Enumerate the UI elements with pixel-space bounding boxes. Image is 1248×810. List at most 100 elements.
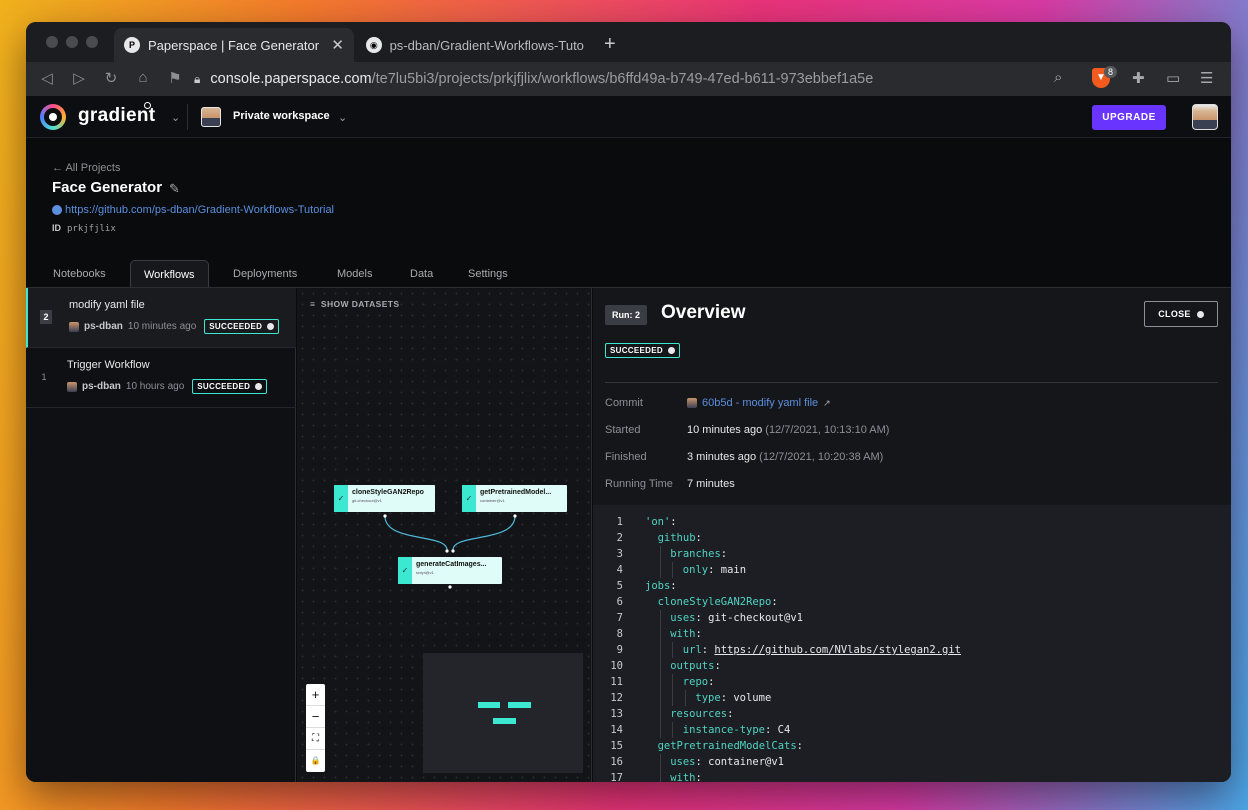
code-content: resources: [670, 708, 734, 720]
workspace-selector[interactable]: Private workspace [233, 110, 330, 122]
running-time-value: 7 minutes [687, 478, 735, 490]
indent-guide [672, 674, 674, 690]
tab-deployments[interactable]: Deployments [233, 268, 297, 280]
node-subtitle: git-checkout@v1 [352, 498, 382, 503]
finished-value: 3 minutes ago (12/7/2021, 10:20:38 AM) [687, 451, 884, 463]
overview-title: Overview [661, 302, 746, 323]
indent-guide [684, 690, 686, 706]
node-title: cloneStyleGAN2Repo [352, 489, 424, 496]
close-button[interactable]: CLOSE [1144, 301, 1218, 327]
workspace-chevron-down-icon[interactable]: ⌄ [338, 111, 347, 124]
port-dot [445, 549, 449, 553]
indent-guide [659, 722, 661, 738]
graph-node-generate[interactable]: ✓ generateCatImages... script@v1 [398, 557, 502, 584]
new-tab-button[interactable]: + [604, 33, 616, 56]
forward-icon[interactable]: ▷ [70, 69, 88, 87]
reload-icon[interactable]: ↻ [102, 69, 120, 87]
minimize-window-icon[interactable] [66, 36, 78, 48]
line-number: 5 [616, 580, 623, 592]
line-number: 13 [610, 708, 623, 720]
lock-button[interactable]: 🔒 [306, 750, 325, 772]
run-time: 10 minutes ago [127, 321, 197, 332]
avatar [67, 381, 77, 392]
list-item[interactable]: 1 Trigger Workflow ps-dban 10 hours ago … [26, 348, 296, 408]
browser-tab-paperspace[interactable]: P Paperspace | Face Generator ✕ [114, 28, 354, 62]
code-content: uses: container@v1 [670, 756, 784, 768]
run-user: ps-dban [84, 321, 123, 332]
indent-guide [659, 610, 661, 626]
project-id: ID prkjfjlix [52, 223, 116, 234]
indent-guide [659, 658, 661, 674]
zoom-icon[interactable]: ⌕ [1054, 69, 1062, 86]
finished-label: Finished [605, 451, 647, 463]
line-number: 6 [616, 596, 623, 608]
edit-pencil-icon[interactable]: ✎ [169, 181, 180, 197]
close-circle-icon [1196, 310, 1204, 318]
line-number: 2 [616, 532, 623, 544]
repo-url[interactable]: https://github.com/ps-dban/Gradient-Work… [65, 204, 334, 216]
avatar [687, 398, 697, 408]
status-badge: SUCCEEDED [605, 340, 680, 358]
commit-link[interactable]: 60b5d - modify yaml file ↗ [687, 397, 831, 409]
code-content: type: volume [695, 692, 772, 704]
upgrade-button[interactable]: UPGRADE [1092, 105, 1166, 130]
tab-workflows[interactable]: Workflows [130, 260, 209, 287]
extensions-icon[interactable]: ✚ [1132, 69, 1145, 87]
status-badge: SUCCEEDED [204, 319, 280, 334]
tab-models[interactable]: Models [337, 268, 372, 280]
tab-title: ps-dban/Gradient-Workflows-Tutor [389, 37, 584, 53]
node-title: getPretrainedModel... [480, 489, 552, 496]
logo-center-dot [49, 113, 57, 121]
workflow-graph[interactable]: ≡ SHOW DATASETS ✓ cloneStyleGAN2Repo git… [297, 288, 592, 782]
yaml-code-view[interactable]: 1 'on': 2 github: 3 branches: 4 only: main 5 jobs… [593, 505, 1231, 782]
indent-guide [659, 690, 661, 706]
list-item[interactable]: 2 modify yaml file ps-dban 10 minutes ag… [26, 288, 296, 348]
code-line: 14 instance-type: C4 [593, 722, 1231, 738]
run-number: 1 [41, 372, 47, 382]
close-tab-icon[interactable]: ✕ [331, 36, 344, 54]
line-number: 3 [616, 548, 623, 560]
external-link-icon: ↗ [823, 397, 831, 408]
graph-node-clone[interactable]: ✓ cloneStyleGAN2Repo git-checkout@v1 [334, 485, 435, 512]
workspace-avatar[interactable] [201, 107, 221, 127]
node-subtitle: script@v1 [416, 570, 434, 575]
check-circle-icon [255, 383, 263, 390]
graph-minimap[interactable] [423, 653, 583, 773]
code-content: uses: git-checkout@v1 [670, 612, 803, 624]
all-projects-link[interactable]: ← All Projects [52, 162, 120, 174]
maximize-window-icon[interactable] [86, 36, 98, 48]
fit-view-button[interactable]: ⛶ [306, 728, 325, 750]
user-avatar[interactable] [1192, 104, 1218, 130]
graph-node-pretrained[interactable]: ✓ getPretrainedModel... container@v1 [462, 485, 567, 512]
team-chevron-down-icon[interactable]: ⌄ [171, 111, 180, 124]
code-content: jobs: [645, 580, 677, 592]
code-content: cloneStyleGAN2Repo: [657, 596, 778, 608]
home-icon[interactable]: ⌂ [134, 69, 152, 86]
tab-data[interactable]: Data [410, 268, 433, 280]
check-icon: ✓ [334, 485, 348, 512]
run-meta: ps-dban 10 minutes ago SUCCEEDED [69, 319, 280, 334]
check-circle-icon [667, 347, 675, 354]
lock-icon: 🔒︎ [194, 71, 201, 86]
close-window-icon[interactable] [46, 36, 58, 48]
address-bar[interactable]: 🔒︎ console.paperspace.com/te7lu5bi3/proj… [194, 65, 1094, 93]
tab-settings[interactable]: Settings [468, 268, 508, 280]
shield-count-badge: 8 [1104, 66, 1118, 78]
zoom-in-button[interactable]: + [306, 684, 325, 706]
code-line: 10 outputs: [593, 658, 1231, 674]
wallet-icon[interactable]: ▭ [1166, 69, 1180, 87]
repo-link[interactable]: https://github.com/ps-dban/Gradient-Work… [52, 204, 334, 216]
browser-tab-github[interactable]: ◉ ps-dban/Gradient-Workflows-Tutor [356, 28, 594, 62]
line-number: 8 [616, 628, 623, 640]
bookmark-icon[interactable]: ⚑ [166, 69, 184, 87]
logo-text[interactable]: gradient [78, 105, 155, 127]
run-overview-panel: Run: 2 Overview CLOSE SUCCEEDED Commit 6… [593, 288, 1231, 782]
back-icon[interactable]: ◁ [38, 69, 56, 87]
run-time: 10 hours ago [125, 381, 185, 392]
code-line: 4 only: main [593, 562, 1231, 578]
code-content: with: [670, 772, 702, 782]
indent-guide [659, 754, 661, 770]
zoom-out-button[interactable]: − [306, 706, 325, 728]
menu-icon[interactable]: ☰ [1200, 69, 1213, 87]
tab-notebooks[interactable]: Notebooks [53, 268, 106, 280]
